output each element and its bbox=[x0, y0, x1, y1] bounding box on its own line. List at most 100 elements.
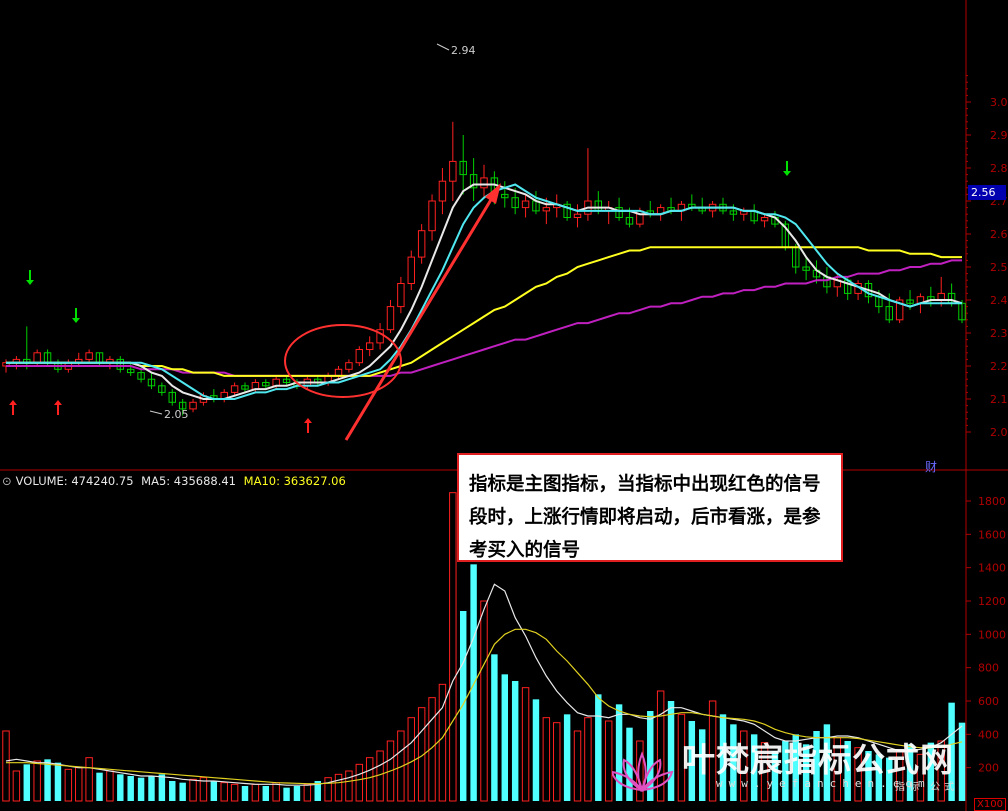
volume-bar bbox=[137, 777, 145, 801]
ma5-label: MA5: 435688.41 bbox=[141, 474, 236, 488]
volume-bar bbox=[189, 778, 197, 802]
volume-tick-label: 1800 bbox=[978, 495, 1006, 508]
candle-body bbox=[449, 160, 457, 182]
candle-body bbox=[573, 213, 582, 218]
volume-bar bbox=[158, 774, 166, 801]
price-tick-label: 2.4 bbox=[990, 294, 1008, 307]
volume-bar bbox=[532, 699, 540, 801]
volume-bar bbox=[44, 759, 51, 801]
volume-bar bbox=[210, 781, 218, 801]
volume-bar bbox=[563, 714, 571, 801]
arrow-head bbox=[72, 318, 80, 323]
ma-line-yellow bbox=[6, 246, 962, 377]
arrow-head bbox=[783, 171, 791, 176]
candle-body bbox=[355, 349, 364, 364]
candle-body bbox=[542, 207, 551, 212]
price-tick-label: 3.0 bbox=[990, 96, 1008, 109]
candle-body bbox=[189, 401, 197, 410]
volume-bar bbox=[75, 767, 83, 802]
candle-body bbox=[397, 283, 405, 308]
volume-bar bbox=[54, 762, 62, 801]
price-tick-label: 2.5 bbox=[990, 261, 1008, 274]
volume-bar bbox=[106, 770, 114, 802]
volume-bar bbox=[230, 783, 239, 802]
moving-average-lines bbox=[6, 183, 963, 400]
volume-bar bbox=[501, 674, 509, 801]
crossover-ellipse bbox=[284, 324, 402, 398]
volume-bar bbox=[365, 757, 374, 802]
volume-bar bbox=[283, 787, 290, 801]
volume-bar bbox=[470, 564, 477, 801]
candle-body bbox=[407, 256, 415, 285]
candle-body bbox=[386, 306, 395, 331]
volume-bar bbox=[251, 783, 260, 802]
price-tick-label: 2.2 bbox=[990, 360, 1008, 373]
volume-bar bbox=[459, 611, 467, 801]
volume-bar bbox=[148, 776, 155, 801]
collapse-icon[interactable]: ⊙ bbox=[2, 474, 12, 488]
price-axis: 2.02.12.22.32.42.52.62.72.82.93.0 bbox=[966, 75, 1008, 439]
buy-signal-arrow bbox=[54, 400, 62, 415]
volume-bar bbox=[169, 781, 176, 801]
volume-tick-label: 800 bbox=[978, 662, 999, 675]
volume-bar bbox=[179, 782, 186, 801]
buy-signal-arrow bbox=[9, 400, 17, 415]
volume-bar bbox=[117, 774, 124, 801]
candle-body bbox=[417, 230, 426, 258]
volume-bar bbox=[324, 777, 332, 802]
volume-bar bbox=[220, 782, 228, 802]
volume-bar bbox=[2, 730, 10, 802]
arrow-head bbox=[26, 280, 34, 285]
volume-bar bbox=[355, 763, 364, 802]
volume-bar bbox=[584, 717, 592, 802]
finance-tab[interactable]: 财 bbox=[925, 458, 937, 475]
candle-body bbox=[33, 352, 41, 364]
high-label: 2.94 bbox=[451, 44, 476, 57]
volume-bar bbox=[595, 694, 602, 801]
candle-body bbox=[760, 217, 769, 222]
candle-body bbox=[230, 385, 239, 393]
low-leader bbox=[149, 410, 163, 415]
volume-bar bbox=[542, 717, 551, 802]
candle-body bbox=[521, 200, 530, 209]
volume-bar bbox=[303, 783, 312, 802]
volume-tick-label: 1400 bbox=[978, 562, 1006, 575]
volume-tick-label: 600 bbox=[978, 695, 999, 708]
sell-signal-arrow bbox=[26, 270, 34, 285]
candlesticks bbox=[2, 121, 966, 416]
volume-bar bbox=[553, 722, 561, 802]
stock-chart[interactable]: 2.02.12.22.32.42.52.62.72.82.93.0 200400… bbox=[0, 0, 1008, 811]
candle-body bbox=[480, 177, 488, 189]
arrow-head bbox=[9, 400, 17, 405]
volume-unit-tag: X100 bbox=[974, 798, 1006, 811]
volume-bar bbox=[449, 492, 457, 802]
price-tick-label: 2.3 bbox=[990, 327, 1008, 340]
volume-bar bbox=[334, 773, 343, 802]
price-tick-label: 2.8 bbox=[990, 162, 1008, 175]
arrow-head bbox=[304, 418, 312, 423]
volume-bar bbox=[511, 681, 519, 801]
volume-bar bbox=[12, 770, 21, 802]
volume-bar bbox=[85, 757, 93, 802]
volume-bar bbox=[407, 717, 415, 802]
volume-bar bbox=[376, 750, 384, 802]
price-tick-label: 2.6 bbox=[990, 228, 1008, 241]
volume-header: ⊙ VOLUME: 474240.75 MA5: 435688.41 MA10: … bbox=[2, 474, 350, 488]
volume-bar bbox=[23, 764, 31, 801]
volume-bar bbox=[521, 687, 530, 802]
watermark-sub: 指标 公式 bbox=[895, 782, 959, 793]
price-tick-label: 2.9 bbox=[990, 129, 1008, 142]
candle-body bbox=[345, 362, 353, 370]
annotation-box: 指标是主图指标，当指标中出现红色的信号段时，上涨行情即将启动，后市看涨，是参考买… bbox=[457, 453, 843, 562]
candle-body bbox=[85, 352, 93, 360]
extreme-labels: 2.94 2.05 bbox=[149, 43, 476, 421]
ma-line-magenta bbox=[6, 259, 962, 377]
buy-signal-arrow bbox=[304, 418, 312, 433]
volume-bar bbox=[345, 770, 353, 802]
low-label: 2.05 bbox=[164, 408, 189, 421]
current-price-tag: 2.56 bbox=[968, 185, 1006, 200]
volume-bar bbox=[480, 600, 488, 802]
volume-tick-label: 1200 bbox=[978, 595, 1006, 608]
candle-body bbox=[365, 342, 374, 350]
high-leader bbox=[436, 43, 450, 51]
